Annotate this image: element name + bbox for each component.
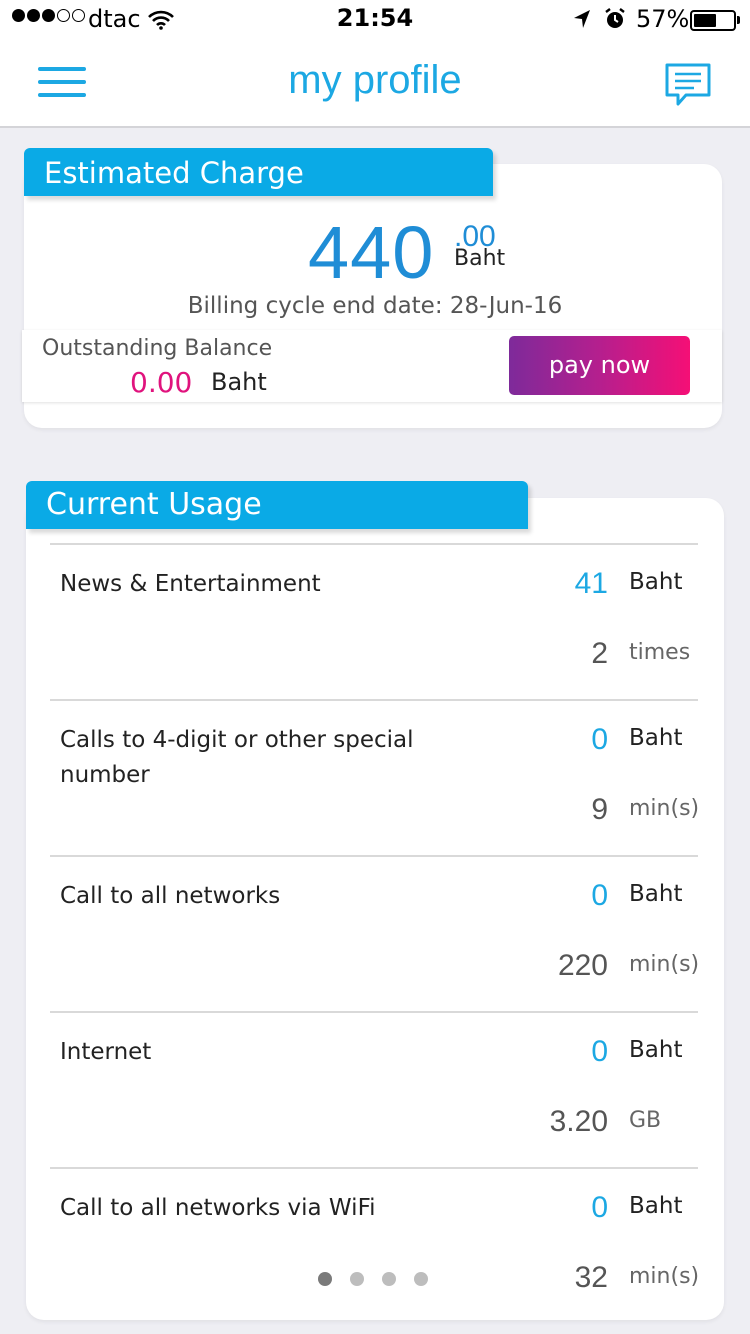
usage-charge-unit: Baht <box>629 1193 683 1219</box>
usage-quantity-value: 2 <box>591 637 608 670</box>
usage-row[interactable]: Calls to 4-digit or other special number… <box>50 699 700 855</box>
page-dot[interactable] <box>318 1272 332 1286</box>
amount-unit: Baht <box>454 246 506 271</box>
estimated-charge-title: Estimated Charge <box>44 156 304 190</box>
page-indicator[interactable] <box>318 1272 428 1286</box>
usage-quantity-value: 32 <box>574 1261 608 1294</box>
billing-cycle-text: Billing cycle end date: 28-Jun-16 <box>187 293 563 319</box>
usage-quantity-unit: GB <box>629 1108 662 1133</box>
amount-integer: 440 <box>308 211 435 294</box>
page-dot[interactable] <box>414 1272 428 1286</box>
usage-charge-value: 0 <box>591 1191 608 1224</box>
battery-tip <box>737 16 740 24</box>
usage-charge-unit: Baht <box>629 881 683 907</box>
usage-quantity-unit: min(s) <box>629 1264 700 1289</box>
location-arrow-icon <box>572 8 592 36</box>
usage-item-name: News & Entertainment <box>60 571 321 597</box>
usage-charge-value: 0 <box>591 723 608 756</box>
nav-bar: my profile <box>0 40 750 128</box>
pay-now-button[interactable]: pay now <box>509 336 690 395</box>
usage-item-name: Call to all networks via WiFi <box>60 1195 376 1221</box>
usage-charge-value: 0 <box>591 1035 608 1068</box>
current-usage-title: Current Usage <box>46 487 262 522</box>
usage-charge-unit: Baht <box>629 569 683 595</box>
outstanding-balance-unit: Baht <box>211 368 267 396</box>
battery-icon <box>690 10 736 31</box>
outstanding-balance-value: 0.00 <box>130 366 193 399</box>
alarm-clock-icon <box>603 7 627 37</box>
usage-row[interactable]: News & Entertainment 41 Baht 2 times <box>50 543 698 699</box>
chat-message-icon[interactable] <box>664 62 712 108</box>
estimated-amount: 440 .00 Baht <box>0 210 750 294</box>
battery-percent: 57% <box>636 5 690 33</box>
outstanding-balance-label: Outstanding Balance <box>42 336 273 361</box>
usage-quantity-value: 220 <box>557 949 608 982</box>
page-dot[interactable] <box>382 1272 396 1286</box>
usage-charge-value: 41 <box>574 567 608 600</box>
outstanding-balance-strip: Outstanding Balance 0.00 Baht pay now <box>22 330 722 402</box>
usage-item-name: Internet <box>60 1039 152 1065</box>
current-usage-tab: Current Usage <box>26 481 528 529</box>
usage-item-name: Call to all networks <box>60 883 281 909</box>
page-dot[interactable] <box>350 1272 364 1286</box>
usage-quantity-unit: min(s) <box>629 952 700 977</box>
estimated-charge-tab: Estimated Charge <box>24 148 493 196</box>
usage-quantity-value: 9 <box>591 793 608 826</box>
usage-charge-unit: Baht <box>629 1037 683 1063</box>
usage-row[interactable]: Call to all networks 0 Baht 220 min(s) <box>50 855 700 1011</box>
usage-quantity-value: 3.20 <box>549 1105 608 1138</box>
usage-item-name: Calls to 4-digit or other special number <box>60 727 414 788</box>
usage-charge-unit: Baht <box>629 725 683 751</box>
usage-quantity-unit: times <box>629 640 691 665</box>
usage-quantity-unit: min(s) <box>629 796 700 821</box>
page-title: my profile <box>288 58 462 102</box>
usage-row[interactable]: Call to all networks via WiFi 0 Baht 32 … <box>50 1167 700 1323</box>
status-bar: dtac 21:54 57% <box>0 0 750 40</box>
usage-charge-value: 0 <box>591 879 608 912</box>
usage-row[interactable]: Internet 0 Baht 3.20 GB <box>50 1011 698 1167</box>
